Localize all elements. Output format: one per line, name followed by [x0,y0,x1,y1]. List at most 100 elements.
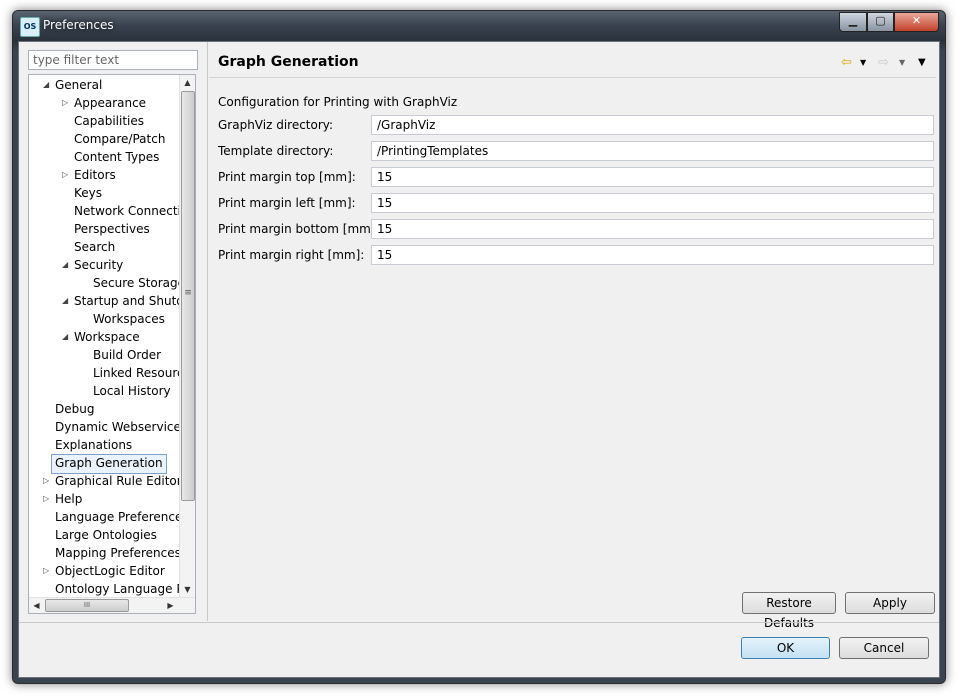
tree-item-label: Mapping Preferences [55,546,179,560]
page-description: Configuration for Printing with GraphViz [218,95,458,109]
tree-item[interactable]: Large Ontologies [55,526,157,544]
tree-item[interactable]: Local History [93,382,171,400]
form-row-margin-right: Print margin right [mm]: 15 [218,245,935,267]
expand-arrow-icon[interactable]: ▷ [62,166,72,184]
tree-item-label: Explanations [55,438,133,452]
expand-arrow-icon[interactable]: ▷ [62,94,72,112]
tree-item[interactable]: Secure Storage [93,274,179,292]
margin-right-field[interactable]: 15 [371,245,934,265]
tree-item-label: ObjectLogic Editor [55,564,165,578]
template-directory-field[interactable]: /PrintingTemplates [371,141,934,161]
tree-item[interactable]: Language Preferences [55,508,179,526]
tree-item[interactable]: Graph Generation [51,454,167,474]
horizontal-scroll-thumb[interactable]: III [45,599,129,612]
tree-item[interactable]: Debug [55,400,94,418]
tree-item[interactable]: ◢ General [43,76,103,94]
back-menu-chevron-icon[interactable]: ▼ [860,54,866,72]
bottom-separator [19,622,939,623]
scroll-right-icon[interactable]: ▶ [163,598,178,613]
preferences-window: OS Preferences ▁ ▢ ✕ type filter text ◢ G… [12,10,946,684]
tree-item[interactable]: Workspaces [93,310,165,328]
back-arrow-icon[interactable]: ⇦ [841,54,852,72]
tree-item-label: Network Connection [74,204,179,218]
expand-arrow-icon[interactable]: ▷ [43,472,53,490]
margin-right-label: Print margin right [mm]: [218,248,365,262]
tree-item-label: Compare/Patch [74,132,166,146]
tree-item-label: Startup and Shutdown [74,294,179,308]
expand-arrow-icon[interactable]: ▷ [43,490,53,508]
tree-item-label: General [55,78,103,92]
navigation-panel: type filter text ◢ General ▷ Appearance Capa… [19,42,208,621]
tree-item[interactable]: ▷ ObjectLogic Editor [43,562,165,580]
expand-arrow-icon[interactable]: ▷ [43,562,53,580]
tree-item[interactable]: Capabilities [74,112,144,130]
tree-item-label: Search [74,240,116,254]
minimize-button[interactable]: ▁ [839,12,867,32]
tree-vertical-scrollbar[interactable]: ▲ ≡ ▼ [179,75,195,597]
tree-item-label: Large Ontologies [55,528,157,542]
tree-item[interactable]: Dynamic Webservices [55,418,179,436]
graphviz-directory-field[interactable]: /GraphViz [371,115,934,135]
tree-item-label: Workspaces [93,312,165,326]
tree-item[interactable]: ▷ Graphical Rule Editor [43,472,179,490]
margin-left-field[interactable]: 15 [371,193,934,213]
title-bar[interactable]: OS Preferences ▁ ▢ ✕ [13,11,945,41]
tree-item[interactable]: Content Types [74,148,159,166]
form-row-margin-left: Print margin left [mm]: 15 [218,193,935,215]
collapse-arrow-icon[interactable]: ◢ [43,76,53,94]
form-row-margin-top: Print margin top [mm]: 15 [218,167,935,189]
tree-item-label: Perspectives [74,222,150,236]
tree-item[interactable]: ◢ Security [62,256,123,274]
margin-bottom-field[interactable]: 15 [371,219,934,239]
scroll-up-icon[interactable]: ▲ [180,75,195,90]
filter-input[interactable]: type filter text [28,50,198,70]
form-row-template-directory: Template directory: /PrintingTemplates [218,141,935,163]
tree-item[interactable]: Build Order [93,346,161,364]
tree-item[interactable]: Mapping Preferences [55,544,179,562]
tree-item[interactable]: ▷ Appearance [62,94,146,112]
tree-item[interactable]: ◢Startup and Shutdown [62,292,179,310]
tree-item[interactable]: Keys [74,184,102,202]
window-title: Preferences [43,18,114,32]
margin-top-field[interactable]: 15 [371,167,934,187]
tree-item[interactable]: Compare/Patch [74,130,165,148]
margin-bottom-label: Print margin bottom [mm]: [218,222,380,236]
tree-horizontal-scrollbar[interactable]: ◀ III ▶ [29,597,195,613]
form-row-margin-bottom: Print margin bottom [mm]: 15 [218,219,935,241]
window-controls: ▁ ▢ ✕ [839,12,939,32]
tree-item[interactable]: Network Connection [74,202,179,220]
tree-item[interactable]: Ontology Language Pen [55,580,179,597]
forward-arrow-icon[interactable]: ⇨ [878,54,889,72]
tree-item-label: Build Order [93,348,162,362]
tree-item[interactable]: Perspectives [74,220,150,238]
maximize-button[interactable]: ▢ [867,12,894,32]
tree-items: ◢ General ▷ Appearance Capabilities Compare/P… [29,75,179,597]
tree-item-label: Graphical Rule Editor [55,474,179,488]
tree-item-label: Capabilities [74,114,144,128]
tree-item[interactable]: Search [74,238,115,256]
ok-button[interactable]: OK [741,637,830,659]
tree-item[interactable]: ◢ Workspace [62,328,140,346]
tree-item-label: Dynamic Webservices [55,420,179,434]
app-icon: OS [20,17,40,37]
margin-left-label: Print margin left [mm]: [218,196,356,210]
tree-item-label: Workspace [74,330,140,344]
collapse-arrow-icon[interactable]: ◢ [62,328,72,346]
tree-item[interactable]: Explanations [55,436,132,454]
scroll-left-icon[interactable]: ◀ [29,598,44,613]
tree-item-label: Keys [74,186,103,200]
tree-item[interactable]: ▷ Editors [62,166,116,184]
forward-menu-chevron-icon[interactable]: ▼ [899,54,905,72]
page-title: Graph Generation [218,54,359,70]
tree-item[interactable]: ▷ Help [43,490,82,508]
vertical-scroll-thumb[interactable]: ≡ [181,91,195,501]
restore-defaults-button[interactable]: Restore Defaults [742,592,836,630]
collapse-arrow-icon[interactable]: ◢ [62,292,72,310]
cancel-button[interactable]: Cancel [839,637,929,659]
scroll-down-icon[interactable]: ▼ [180,582,195,597]
apply-button[interactable]: Apply [845,592,935,614]
tree-item[interactable]: Linked Resources [93,364,179,382]
collapse-arrow-icon[interactable]: ◢ [62,256,72,274]
close-button[interactable]: ✕ [894,12,939,32]
view-menu-icon[interactable]: ▼ [918,54,926,72]
